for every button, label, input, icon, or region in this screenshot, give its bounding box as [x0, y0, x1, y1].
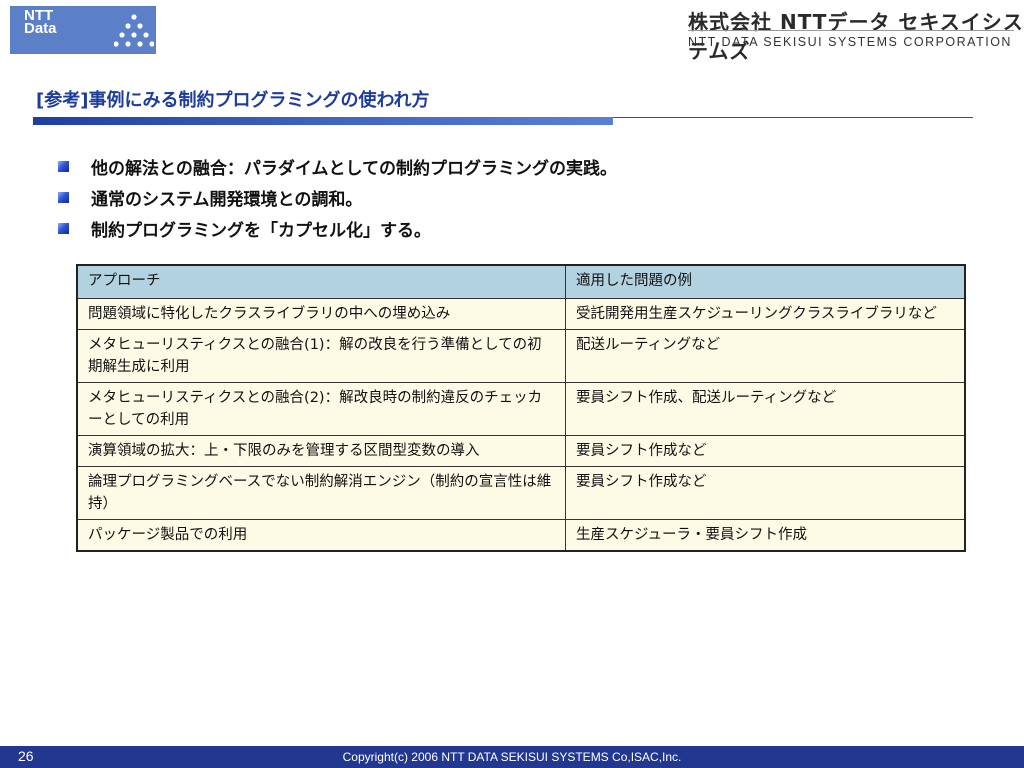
slide-title: [参考]事例にみる制約プログラミングの使われ方 — [36, 90, 430, 111]
company-logo: NTT Data — [10, 6, 156, 54]
column-header-approach: アプローチ — [76, 264, 566, 299]
bullet-item: 制約プログラミングを「カプセル化」する。 — [58, 213, 617, 244]
company-name-en: NTT DATA SEKISUI SYSTEMS CORPORATION — [688, 35, 1012, 49]
copyright-text: Copyright(c) 2006 NTT DATA SEKISUI SYSTE… — [342, 750, 682, 764]
table-header-row: アプローチ 適用した問題の例 — [76, 264, 966, 299]
logo-text: NTT Data — [24, 8, 57, 37]
bullet-text: 制約プログラミングを「カプセル化」する。 — [91, 221, 431, 241]
dots-triangle-icon — [114, 14, 154, 47]
approach-cell: 論理プログラミングベースでない制約解消エンジン（制約の宣言性は維持） — [76, 466, 566, 520]
approach-cell: メタヒューリスティクスとの融合(2)：解改良時の制約違反のチェッカーとしての利用 — [76, 382, 566, 436]
table-row: 問題領域に特化したクラスライブラリの中への埋め込み 受託開発用生産スケジューリン… — [76, 298, 966, 330]
square-bullet-icon — [58, 161, 69, 172]
header-divider — [688, 30, 1014, 31]
example-cell: 受託開発用生産スケジューリングクラスライブラリなど — [565, 298, 966, 330]
square-bullet-icon — [58, 223, 69, 234]
approach-cell: メタヒューリスティクスとの融合(1)：解の改良を行う準備としての初期解生成に利用 — [76, 329, 566, 383]
bullet-text: 他の解法との融合：パラダイムとしての制約プログラミングの実践。 — [91, 159, 617, 179]
approach-cell: パッケージ製品での利用 — [76, 519, 566, 552]
bullet-text: 通常のシステム開発環境との調和。 — [91, 190, 363, 210]
bullet-item: 通常のシステム開発環境との調和。 — [58, 182, 617, 213]
table-row: 論理プログラミングベースでない制約解消エンジン（制約の宣言性は維持） 要員シフト… — [76, 466, 966, 520]
approach-cell: 演算領域の拡大：上・下限のみを管理する区間型変数の導入 — [76, 435, 566, 467]
table-row: メタヒューリスティクスとの融合(1)：解の改良を行う準備としての初期解生成に利用… — [76, 329, 966, 383]
bullet-list: 他の解法との融合：パラダイムとしての制約プログラミングの実践。 通常のシステム開… — [58, 151, 617, 244]
example-cell: 生産スケジューラ・要員シフト作成 — [565, 519, 966, 552]
table-row: 演算領域の拡大：上・下限のみを管理する区間型変数の導入 要員シフト作成など — [76, 435, 966, 467]
title-underline-line — [613, 117, 973, 118]
bullet-item: 他の解法との融合：パラダイムとしての制約プログラミングの実践。 — [58, 151, 617, 182]
table-row: パッケージ製品での利用 生産スケジューラ・要員シフト作成 — [76, 519, 966, 552]
table-row: メタヒューリスティクスとの融合(2)：解改良時の制約違反のチェッカーとしての利用… — [76, 382, 966, 436]
logo-text-line2: Data — [24, 20, 57, 37]
example-cell: 配送ルーティングなど — [565, 329, 966, 383]
example-cell: 要員シフト作成など — [565, 435, 966, 467]
example-cell: 要員シフト作成など — [565, 466, 966, 520]
column-header-example: 適用した問題の例 — [565, 264, 966, 299]
footer-bar: 26 Copyright(c) 2006 NTT DATA SEKISUI SY… — [0, 746, 1024, 768]
square-bullet-icon — [58, 192, 69, 203]
title-underline-bar — [33, 117, 613, 125]
approach-cell: 問題領域に特化したクラスライブラリの中への埋め込み — [76, 298, 566, 330]
case-study-table: アプローチ 適用した問題の例 問題領域に特化したクラスライブラリの中への埋め込み… — [76, 264, 966, 552]
example-cell: 要員シフト作成、配送ルーティングなど — [565, 382, 966, 436]
